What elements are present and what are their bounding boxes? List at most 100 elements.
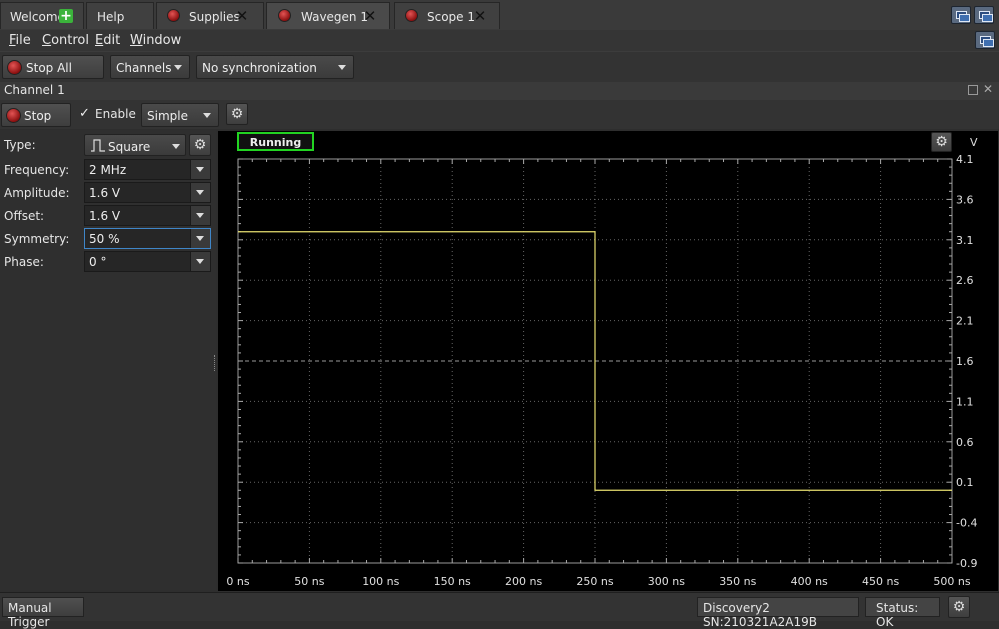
stop-icon <box>6 108 21 123</box>
y-tick-label: -0.4 <box>956 517 977 530</box>
menu-edit[interactable]: Edit <box>95 33 120 48</box>
symmetry-label: Symmetry: <box>4 232 70 246</box>
stopped-indicator-icon <box>278 9 291 22</box>
window-tile-button[interactable] <box>974 6 994 24</box>
gear-icon: ⚙ <box>952 599 966 615</box>
y-tick-label: 3.6 <box>956 193 974 206</box>
tab-wavegen-label: Wavegen 1 <box>301 10 368 24</box>
synchronization-dropdown[interactable]: No synchronization <box>196 55 354 79</box>
type-dropdown[interactable]: Square <box>84 134 186 156</box>
x-tick-label: 350 ns <box>719 575 756 588</box>
menu-window-label: indow <box>142 33 182 48</box>
close-icon[interactable]: ✕ <box>363 7 377 25</box>
stop-button[interactable]: Stop <box>1 103 71 127</box>
enable-label: Enable <box>95 107 136 121</box>
menu-window-mnemonic: W <box>130 33 143 48</box>
menu-control-mnemonic: C <box>42 33 52 48</box>
close-icon[interactable]: ✕ <box>235 7 249 25</box>
frequency-dropdown-button[interactable] <box>190 160 210 179</box>
tab-help[interactable]: Help <box>86 2 154 29</box>
chevron-down-icon <box>338 65 346 70</box>
offset-field[interactable]: 1.6 V <box>84 205 211 226</box>
gear-icon: ⚙ <box>935 134 948 150</box>
x-tick-label: 50 ns <box>294 575 324 588</box>
y-tick-label: -0.9 <box>956 557 977 570</box>
symmetry-field[interactable]: 50 % <box>84 228 211 249</box>
manual-trigger-label: Manual Trigger <box>8 601 52 629</box>
enable-checkbox[interactable]: ✓ <box>79 107 91 120</box>
frequency-field[interactable]: 2 MHz <box>84 159 211 180</box>
channels-dropdown[interactable]: Channels <box>110 55 190 79</box>
amplitude-label: Amplitude: <box>4 186 70 200</box>
tab-welcome-label: Welcome <box>10 10 65 24</box>
type-label: Type: <box>4 138 36 152</box>
tab-scope[interactable]: Scope 1 ✕ <box>394 2 500 29</box>
mode-dropdown[interactable]: Simple <box>141 103 219 127</box>
amplitude-dropdown-button[interactable] <box>190 183 210 202</box>
offset-value: 1.6 V <box>89 209 121 223</box>
close-icon[interactable]: ✕ <box>983 82 993 96</box>
menu-file[interactable]: File <box>9 33 31 48</box>
undock-icon[interactable] <box>968 85 978 95</box>
frequency-value: 2 MHz <box>89 163 127 177</box>
menu-window[interactable]: Window <box>130 33 181 48</box>
x-tick-label: 450 ns <box>862 575 899 588</box>
x-tick-label: 400 ns <box>791 575 828 588</box>
chevron-down-icon <box>196 190 204 195</box>
plot-canvas: 4.1 3.6 3.1 2.6 2.1 1.6 1.1 0.6 0.1 -0.4 -0.9 0 ns… <box>226 153 977 588</box>
splitter-handle[interactable] <box>214 355 217 371</box>
tab-wavegen[interactable]: Wavegen 1 ✕ <box>266 2 390 29</box>
tab-scope-label: Scope 1 <box>427 10 476 24</box>
window-list-button[interactable] <box>951 6 971 24</box>
tab-bar: Welcome + Help Supplies ✕ Wavegen 1 ✕ Sc… <box>0 0 999 31</box>
x-tick-label: 500 ns <box>933 575 970 588</box>
tab-supplies[interactable]: Supplies ✕ <box>156 2 264 29</box>
close-icon[interactable]: ✕ <box>473 7 487 25</box>
x-tick-label: 200 ns <box>505 575 542 588</box>
offset-dropdown-button[interactable] <box>190 206 210 225</box>
mode-label: Simple <box>147 109 188 123</box>
stop-all-button[interactable]: Stop All <box>2 55 104 79</box>
tab-supplies-label: Supplies <box>189 10 240 24</box>
plot-settings-button[interactable]: ⚙ <box>931 132 952 152</box>
channel-controls: Stop ✓ Enable Simple ⚙ <box>0 100 999 129</box>
stopped-indicator-icon <box>405 9 418 22</box>
y-tick-label: 3.1 <box>956 234 974 247</box>
amplitude-field[interactable]: 1.6 V <box>84 182 211 203</box>
y-tick-label: 1.6 <box>956 355 974 368</box>
chevron-down-icon <box>196 236 204 241</box>
channel-settings-button[interactable]: ⚙ <box>226 103 248 125</box>
phase-field[interactable]: 0 ° <box>84 251 211 272</box>
chevron-down-icon <box>172 144 180 149</box>
chevron-down-icon <box>174 65 182 70</box>
channel-title: Channel 1 <box>4 83 65 97</box>
waveform-plot: 4.1 3.6 3.1 2.6 2.1 1.6 1.1 0.6 0.1 -0.4 -0.9 0 ns… <box>218 131 998 591</box>
frequency-label: Frequency: <box>4 163 70 177</box>
x-tick-label: 100 ns <box>362 575 399 588</box>
chevron-down-icon <box>203 113 211 118</box>
add-icon[interactable]: + <box>59 9 73 23</box>
amplitude-value: 1.6 V <box>89 186 121 200</box>
tab-welcome[interactable]: Welcome + <box>0 2 84 29</box>
phase-dropdown-button[interactable] <box>190 252 210 271</box>
symmetry-dropdown-button[interactable] <box>190 229 210 248</box>
y-tick-label: 1.1 <box>956 395 974 408</box>
menu-control[interactable]: Control <box>42 33 89 48</box>
device-info[interactable]: Discovery2 SN:210321A2A19B <box>697 597 859 629</box>
running-status-label: Running <box>249 136 302 149</box>
gear-icon: ⚙ <box>193 137 207 153</box>
chevron-down-icon <box>196 167 204 172</box>
type-settings-button[interactable]: ⚙ <box>189 134 211 156</box>
menu-file-label: ile <box>15 33 31 48</box>
type-value: Square <box>108 140 151 154</box>
tab-help-label: Help <box>97 10 125 24</box>
channels-label: Channels <box>116 61 172 75</box>
phase-value: 0 ° <box>89 255 107 269</box>
parameter-panel: Type: Square ⚙ Frequency: 2 MHz Amplitud… <box>0 130 216 590</box>
chevron-down-icon <box>196 259 204 264</box>
status-bar: Manual Trigger Discovery2 SN:210321A2A19… <box>0 592 999 629</box>
manual-trigger-button[interactable]: Manual Trigger <box>2 597 84 629</box>
device-settings-button[interactable]: ⚙ <box>948 596 970 618</box>
restore-window-button[interactable] <box>975 31 995 49</box>
square-wave-icon <box>91 139 105 152</box>
